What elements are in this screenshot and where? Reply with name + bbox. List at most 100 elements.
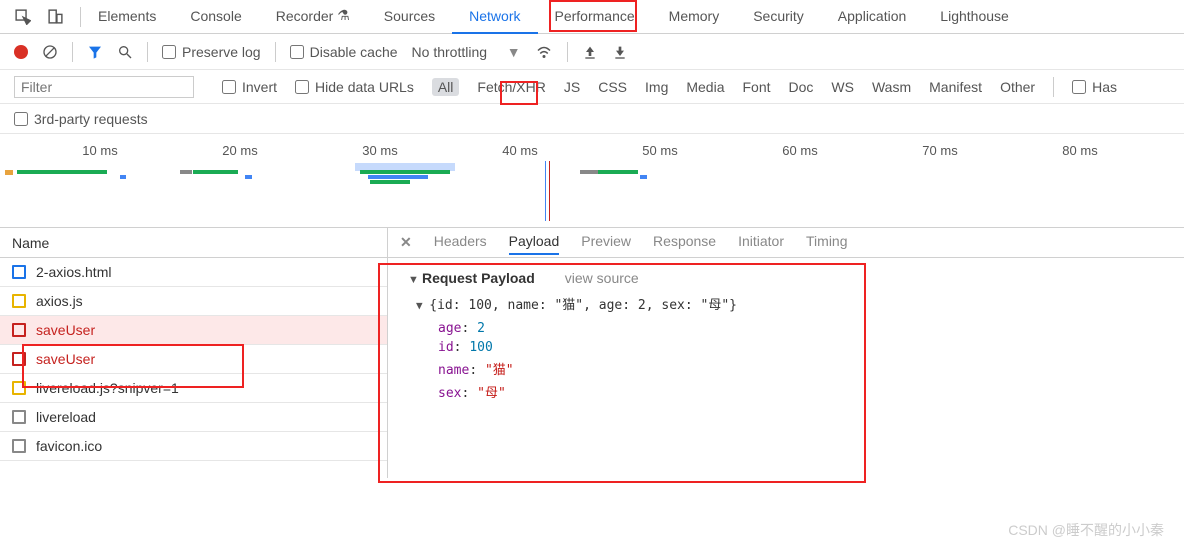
payload-property: age: 2 bbox=[438, 321, 1164, 336]
third-party-checkbox[interactable]: 3rd-party requests bbox=[14, 111, 148, 127]
preserve-log-checkbox[interactable]: Preserve log bbox=[162, 44, 261, 60]
detail-tab-response[interactable]: Response bbox=[653, 233, 716, 253]
timeline-ruler: 10 ms 20 ms 30 ms 40 ms 50 ms 60 ms 70 m… bbox=[0, 134, 1184, 158]
tab-security[interactable]: Security bbox=[736, 0, 821, 34]
divider bbox=[147, 42, 148, 62]
ftype-css[interactable]: CSS bbox=[598, 79, 627, 95]
request-row[interactable]: saveUser bbox=[0, 345, 387, 374]
timeline-bar bbox=[5, 170, 13, 175]
tick-80ms: 80 ms bbox=[1010, 143, 1150, 158]
request-name: axios.js bbox=[36, 293, 83, 309]
file-type-icon bbox=[12, 410, 26, 424]
hide-data-urls-label: Hide data URLs bbox=[315, 79, 414, 95]
timeline-bar bbox=[549, 161, 550, 221]
ftype-other[interactable]: Other bbox=[1000, 79, 1035, 95]
invert-checkbox[interactable]: Invert bbox=[222, 79, 277, 95]
device-toggle-icon[interactable] bbox=[47, 8, 64, 25]
timeline-bar bbox=[640, 175, 647, 179]
divider bbox=[72, 42, 73, 62]
detail-tab-headers[interactable]: Headers bbox=[434, 233, 487, 253]
detail-tab-payload[interactable]: Payload bbox=[509, 233, 560, 255]
filter-row: Invert Hide data URLs All Fetch/XHR JS C… bbox=[0, 70, 1184, 104]
payload-summary[interactable]: {id: 100, name: "猫", age: 2, sex: "母"} bbox=[416, 294, 1164, 313]
disable-cache-checkbox[interactable]: Disable cache bbox=[290, 44, 398, 60]
search-icon[interactable] bbox=[117, 44, 133, 60]
tab-elements[interactable]: Elements bbox=[81, 0, 173, 34]
invert-label: Invert bbox=[242, 79, 277, 95]
file-type-icon bbox=[12, 294, 26, 308]
hide-data-urls-checkbox[interactable]: Hide data URLs bbox=[295, 79, 414, 95]
name-column-header[interactable]: Name bbox=[0, 228, 387, 258]
detail-tab-preview[interactable]: Preview bbox=[581, 233, 631, 253]
payload-title[interactable]: Request Payload bbox=[408, 270, 535, 286]
has-blocked-checkbox[interactable]: Has bbox=[1072, 79, 1117, 95]
tab-lighthouse[interactable]: Lighthouse bbox=[923, 0, 1026, 34]
timeline-bar bbox=[545, 161, 546, 221]
payload-property: sex: "母" bbox=[438, 382, 1164, 401]
timeline-bar bbox=[598, 170, 638, 174]
throttling-selector[interactable]: No throttling ▼ bbox=[412, 44, 521, 60]
divider bbox=[567, 42, 568, 62]
tab-memory[interactable]: Memory bbox=[652, 0, 737, 34]
main-split: Name 2-axios.html axios.js saveUser saveUse… bbox=[0, 228, 1184, 478]
ftype-manifest[interactable]: Manifest bbox=[929, 79, 982, 95]
request-name: favicon.ico bbox=[36, 438, 102, 454]
ftype-media[interactable]: Media bbox=[686, 79, 724, 95]
tab-sources[interactable]: Sources bbox=[367, 0, 452, 34]
timeline-bar bbox=[193, 170, 238, 174]
main-tabs-bar: Elements Console Recorder ⚗ Sources Netw… bbox=[0, 0, 1184, 34]
request-row[interactable]: favicon.ico bbox=[0, 432, 387, 461]
ftype-img[interactable]: Img bbox=[645, 79, 668, 95]
detail-tab-initiator[interactable]: Initiator bbox=[738, 233, 784, 253]
file-type-icon bbox=[12, 439, 26, 453]
close-detail-icon[interactable]: ✕ bbox=[400, 234, 412, 251]
recorder-beaker-icon: ⚗ bbox=[337, 7, 350, 24]
tick-60ms: 60 ms bbox=[730, 143, 870, 158]
has-label: Has bbox=[1092, 79, 1117, 95]
throttling-label: No throttling bbox=[412, 44, 487, 60]
payload-property: name: "猫" bbox=[438, 359, 1164, 378]
request-row[interactable]: axios.js bbox=[0, 287, 387, 316]
ftype-fetch-xhr[interactable]: Fetch/XHR bbox=[477, 79, 545, 95]
request-row[interactable]: livereload bbox=[0, 403, 387, 432]
upload-har-icon[interactable] bbox=[582, 44, 598, 60]
ftype-wasm[interactable]: Wasm bbox=[872, 79, 911, 95]
tab-application[interactable]: Application bbox=[821, 0, 924, 34]
clear-icon[interactable] bbox=[42, 44, 58, 60]
tick-30ms: 30 ms bbox=[310, 143, 450, 158]
view-source-link[interactable]: view source bbox=[565, 270, 639, 286]
request-name: livereload bbox=[36, 409, 96, 425]
divider bbox=[1053, 77, 1054, 97]
payload-property: id: 100 bbox=[438, 340, 1164, 355]
third-party-row: 3rd-party requests bbox=[0, 104, 1184, 134]
ftype-doc[interactable]: Doc bbox=[789, 79, 814, 95]
ftype-all[interactable]: All bbox=[432, 78, 460, 96]
filter-icon[interactable] bbox=[87, 44, 103, 60]
network-toolbar: Preserve log Disable cache No throttling… bbox=[0, 34, 1184, 70]
tick-50ms: 50 ms bbox=[590, 143, 730, 158]
file-type-icon bbox=[12, 323, 26, 337]
request-list: Name 2-axios.html axios.js saveUser saveUse… bbox=[0, 228, 388, 478]
timeline-overview[interactable] bbox=[0, 158, 1184, 228]
ftype-font[interactable]: Font bbox=[743, 79, 771, 95]
ftype-ws[interactable]: WS bbox=[831, 79, 854, 95]
timeline-bar bbox=[180, 170, 192, 174]
ftype-js[interactable]: JS bbox=[564, 79, 580, 95]
tab-performance[interactable]: Performance bbox=[538, 0, 652, 34]
request-name: saveUser bbox=[36, 322, 95, 338]
network-conditions-icon[interactable] bbox=[535, 43, 553, 61]
request-row[interactable]: livereload.js?snipver=1 bbox=[0, 374, 387, 403]
detail-tab-timing[interactable]: Timing bbox=[806, 233, 848, 253]
tab-recorder[interactable]: Recorder ⚗ bbox=[259, 0, 367, 34]
detail-panel: ✕ Headers Payload Preview Response Initi… bbox=[388, 228, 1184, 478]
inspect-icon[interactable] bbox=[14, 8, 31, 25]
record-button[interactable] bbox=[14, 45, 28, 59]
tab-network[interactable]: Network bbox=[452, 0, 537, 34]
request-row[interactable]: saveUser bbox=[0, 316, 387, 345]
file-type-icon bbox=[12, 265, 26, 279]
filter-input[interactable] bbox=[14, 76, 194, 98]
tab-console[interactable]: Console bbox=[173, 0, 258, 34]
request-row[interactable]: 2-axios.html bbox=[0, 258, 387, 287]
file-type-icon bbox=[12, 381, 26, 395]
download-har-icon[interactable] bbox=[612, 44, 628, 60]
